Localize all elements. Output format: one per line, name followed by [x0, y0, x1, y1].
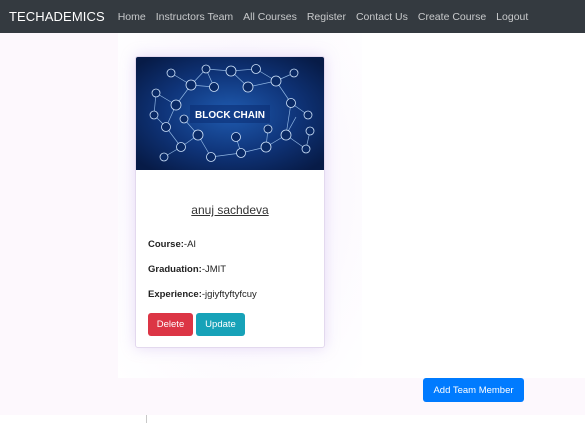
graduation-field: Graduation:-JMIT	[148, 264, 226, 275]
experience-value: -jgiyftyftyfcuy	[201, 289, 257, 300]
delete-button[interactable]: Delete	[148, 313, 193, 336]
instructor-name[interactable]: anuj sachdeva	[136, 203, 324, 217]
blockchain-image-text: BLOCK CHAIN	[195, 110, 265, 121]
graduation-value: -JMIT	[201, 264, 227, 275]
nav-link-instructors-team[interactable]: Instructors Team	[156, 11, 233, 23]
nav-link-register[interactable]: Register	[307, 11, 346, 23]
nav-link-create-course[interactable]: Create Course	[418, 11, 486, 23]
instructor-card: BLOCK CHAIN anuj sachdeva Course:-AI Gra…	[135, 56, 325, 348]
add-team-member-button[interactable]: Add Team Member	[423, 378, 524, 402]
nav-link-all-courses[interactable]: All Courses	[243, 11, 297, 23]
brand-logo[interactable]: TECHADEMICS	[9, 9, 105, 24]
course-value: -AI	[183, 239, 197, 250]
nav-links: Home Instructors Team All Courses Regist…	[113, 11, 534, 23]
experience-field: Experience:-jgiyftyftyfcuy	[148, 289, 257, 300]
nav-link-home[interactable]: Home	[118, 11, 146, 23]
top-navbar: TECHADEMICS Home Instructors Team All Co…	[0, 0, 585, 33]
nav-link-logout[interactable]: Logout	[496, 11, 528, 23]
blockchain-image: BLOCK CHAIN	[136, 57, 324, 170]
course-field: Course:-AI	[148, 239, 196, 250]
update-button[interactable]: Update	[196, 313, 245, 336]
graduation-label: Graduation:	[148, 264, 202, 275]
nav-link-contact-us[interactable]: Contact Us	[356, 11, 408, 23]
course-label: Course:	[148, 239, 184, 250]
experience-label: Experience:	[148, 289, 202, 300]
divider	[146, 415, 147, 423]
